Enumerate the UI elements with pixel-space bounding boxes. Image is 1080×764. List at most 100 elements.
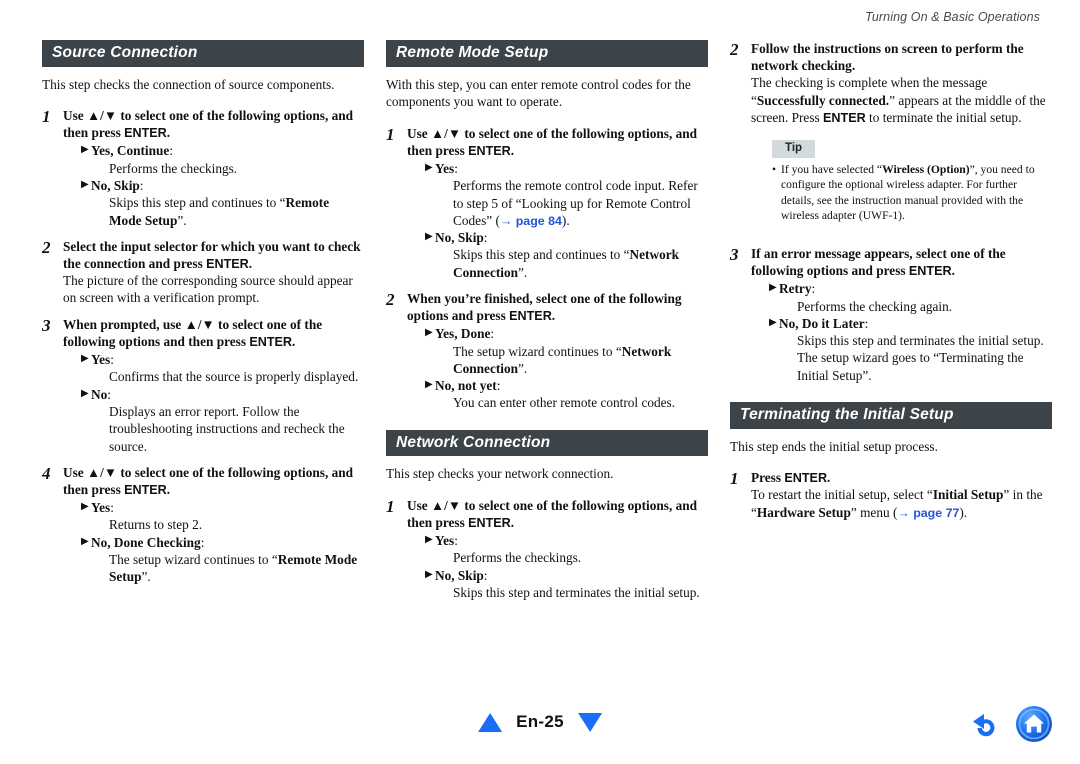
page-footer: En-25 bbox=[0, 704, 1080, 750]
option-description: Performs the checking again. bbox=[751, 298, 1052, 315]
option-colon: : bbox=[454, 533, 458, 549]
text-run: ). bbox=[561, 212, 570, 228]
option-colon: : bbox=[110, 500, 114, 516]
key-label: ENTER bbox=[784, 471, 828, 486]
emphasis-text: . bbox=[166, 125, 171, 141]
page-reference-link[interactable]: → page 84 bbox=[500, 214, 562, 228]
arrow-bullet-icon: ▶ bbox=[81, 535, 89, 547]
option-label: No, Do it Later bbox=[779, 315, 865, 331]
option-item: ▶ No: Displays an error report. Follow the… bbox=[63, 386, 364, 455]
tip-box: Tip • If you have selected “Wireless (Opti… bbox=[772, 138, 1052, 224]
step-item: 3 When prompted, use ▲/▼ to select one of… bbox=[42, 316, 364, 455]
text-run: ”. bbox=[177, 212, 187, 228]
step-title: Use ▲/▼ to select one of the following o… bbox=[407, 497, 708, 531]
option-item: ▶ No, not yet: You can enter other remote … bbox=[407, 377, 708, 412]
text-run: ”. bbox=[518, 360, 528, 376]
arrow-bullet-icon: ▶ bbox=[81, 353, 89, 365]
option-item: ▶ No, Done Checking: The setup wizard cont… bbox=[63, 534, 364, 586]
text-run: to terminate the initial setup. bbox=[865, 109, 1022, 125]
step-item: 1 Use ▲/▼ to select one of the following … bbox=[386, 125, 708, 281]
key-label: ENTER bbox=[124, 482, 167, 497]
step-body: Use ▲/▼ to select one of the following o… bbox=[407, 497, 708, 602]
emphasis-text: Use bbox=[63, 464, 88, 480]
emphasis-text: . bbox=[510, 514, 515, 530]
step-title: Follow the instructions on screen to per… bbox=[751, 40, 1052, 74]
arrow-bullet-icon: ▶ bbox=[425, 231, 433, 243]
step-item: 2 Follow the instructions on screen to pe… bbox=[730, 40, 1052, 236]
option-item: ▶ No, Skip: Skips this step and terminates… bbox=[407, 567, 708, 602]
emphasis-text: ▲/▼ bbox=[431, 497, 462, 513]
key-label: ENTER bbox=[249, 334, 293, 349]
emphasis-text: Follow the instructions on screen to per… bbox=[751, 41, 1024, 74]
option-description: The setup wizard continues to “Remote Mo… bbox=[63, 551, 364, 586]
step-body: Follow the instructions on screen to per… bbox=[751, 40, 1052, 236]
text-run: Performs the checking again. bbox=[797, 298, 953, 314]
nav-icons bbox=[968, 704, 1054, 744]
option-header: ▶ Yes: bbox=[407, 532, 708, 549]
emphasis-text: Press bbox=[751, 470, 785, 486]
option-label: No, not yet bbox=[435, 378, 497, 394]
emphasis-text: When prompted, use bbox=[63, 316, 185, 332]
text-run: ” menu ( bbox=[850, 504, 898, 520]
tip-item-text: If you have selected “Wireless (Option)”… bbox=[781, 162, 1052, 224]
pager: En-25 bbox=[478, 712, 602, 732]
emphasis-text: . bbox=[951, 263, 955, 279]
option-colon: : bbox=[811, 281, 816, 297]
option-header: ▶ Yes, Continue: bbox=[63, 142, 364, 159]
step-item: 2 Select the input selector for which you… bbox=[42, 238, 364, 307]
text-run: Returns to step 2. bbox=[109, 517, 203, 533]
step-item: 1 Use ▲/▼ to select one of the following … bbox=[386, 497, 708, 602]
step-title: When prompted, use ▲/▼ to select one of … bbox=[63, 316, 364, 350]
option-header: ▶ Yes, Done: bbox=[407, 325, 708, 342]
text-run: Confirms that the source is properly dis… bbox=[109, 369, 359, 385]
step-title: Select the input selector for which you … bbox=[63, 238, 364, 272]
emphasis-text: ▲/▼ bbox=[431, 125, 462, 141]
triangle-down-icon[interactable] bbox=[577, 712, 602, 732]
back-arrow-icon[interactable] bbox=[968, 706, 1004, 742]
option-colon: : bbox=[169, 143, 174, 159]
key-label: ENTER bbox=[468, 143, 511, 158]
emphasis-text: If an error message appears, select one … bbox=[751, 245, 1006, 279]
option-colon: : bbox=[496, 378, 501, 394]
option-list: ▶ Yes: Performs the checkings. ▶ No, Skip: Sk… bbox=[407, 532, 708, 601]
option-description: Skips this step and terminates the initi… bbox=[751, 332, 1052, 384]
page-reference-link[interactable]: → page 77 bbox=[897, 506, 959, 520]
step-body: Press ENTER. To restart the initial setup… bbox=[751, 469, 1052, 521]
step-title: If an error message appears, select one … bbox=[751, 245, 1052, 279]
triangle-up-icon[interactable] bbox=[478, 712, 503, 732]
option-item: ▶ Yes: Confirms that the source is properl… bbox=[63, 351, 364, 386]
tip-bullet-icon: • bbox=[772, 162, 777, 176]
section-intro-text: This step checks the connection of sourc… bbox=[42, 76, 335, 92]
step-number: 4 bbox=[42, 463, 51, 483]
arrow-bullet-icon: ▶ bbox=[769, 282, 777, 294]
step-body: Select the input selector for which you … bbox=[63, 238, 364, 307]
option-item: ▶ Yes: Performs the remote control code in… bbox=[407, 160, 708, 229]
option-list: ▶ Yes: Confirms that the source is properl… bbox=[63, 351, 364, 455]
option-list: ▶ Yes, Continue: Performs the checkings. ▶ N… bbox=[63, 142, 364, 228]
step-item: 2 When you’re finished, select one of the… bbox=[386, 290, 708, 412]
option-label: No, Skip bbox=[435, 567, 484, 583]
text-run: Skips this step and continues to “ bbox=[453, 247, 630, 263]
option-colon: : bbox=[139, 177, 144, 193]
text-run: Displays an error report. Follow the tro… bbox=[109, 403, 345, 454]
text-run: Performs the remote control code input. … bbox=[453, 178, 698, 228]
option-header: ▶ Yes: bbox=[63, 351, 364, 368]
running-header: Turning On & Basic Operations bbox=[865, 10, 1040, 24]
key-label: ENTER bbox=[124, 126, 167, 141]
option-label: No, Skip bbox=[435, 230, 484, 246]
option-description: Performs the checkings. bbox=[63, 160, 364, 177]
column-3: 2 Follow the instructions on screen to pe… bbox=[730, 40, 1052, 530]
step-item: 4 Use ▲/▼ to select one of the following … bbox=[42, 464, 364, 586]
step-title: Use ▲/▼ to select one of the following o… bbox=[63, 107, 364, 141]
home-icon[interactable] bbox=[1014, 704, 1054, 744]
step-number: 1 bbox=[386, 124, 395, 144]
step-number: 1 bbox=[42, 107, 51, 127]
step-number: 2 bbox=[730, 40, 739, 59]
text-run: If you have selected “ bbox=[781, 162, 883, 176]
section-title-bar: Network Connection bbox=[386, 429, 708, 457]
option-item: ▶ Retry: Performs the checking again. bbox=[751, 280, 1052, 315]
step-number: 2 bbox=[42, 237, 51, 257]
arrow-bullet-icon: ▶ bbox=[425, 379, 433, 391]
option-description: The setup wizard continues to “Network C… bbox=[407, 343, 708, 378]
option-colon: : bbox=[454, 160, 458, 176]
